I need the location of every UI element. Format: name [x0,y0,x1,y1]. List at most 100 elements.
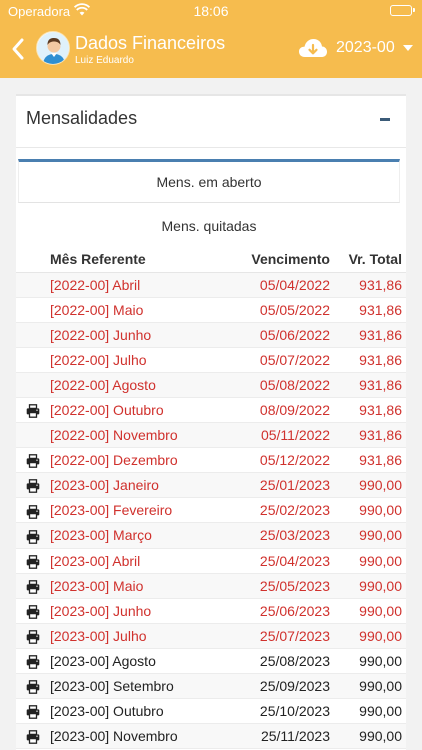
print-cell [16,548,48,574]
status-bar: Operadora 18:06 [0,0,422,22]
printer-icon[interactable] [26,680,40,695]
printer-icon[interactable] [26,605,40,619]
table-row: [2022-00] Maio 05/05/2022 931,86 [16,297,406,323]
mes-referente-cell: [2022-00] Dezembro [48,447,218,474]
cloud-download-icon[interactable] [298,37,328,59]
print-cell [16,497,48,524]
year-selector[interactable]: 2023-00 [336,39,395,57]
vencimento-cell: 25/04/2023 [218,548,334,574]
printer-icon[interactable] [26,529,40,544]
mes-referente-cell: [2023-00] Maio [48,573,218,599]
table-row: [2022-00] Agosto 05/08/2022 931,86 [16,372,406,398]
print-cell [16,397,48,424]
fees-table: Mês Referente Vencimento Vr. Total [2022… [16,247,406,750]
print-cell [16,272,48,298]
table-row: [2023-00] Outubro 25/10/2023 990,00 [16,698,406,725]
caret-down-icon[interactable] [403,45,413,51]
vencimento-cell: 25/07/2023 [218,623,334,649]
printer-icon[interactable] [26,454,40,469]
valor-total-cell: 931,86 [334,297,406,323]
table-row: [2023-00] Junho 25/06/2023 990,00 [16,598,406,624]
vencimento-cell: 05/12/2022 [218,447,334,474]
table-row: [2022-00] Outubro 08/09/2022 931,86 [16,397,406,424]
mes-referente-cell: [2022-00] Agosto [48,372,218,398]
mes-referente-cell: [2022-00] Maio [48,297,218,323]
battery-icon [390,5,415,16]
print-cell [16,472,48,499]
valor-total-cell: 931,86 [334,397,406,424]
vencimento-cell: 25/06/2023 [218,598,334,624]
table-row: [2023-00] Agosto 25/08/2023 990,00 [16,648,406,675]
clock: 18:06 [193,3,229,19]
table-row: [2022-00] Julho 05/07/2022 931,86 [16,347,406,373]
mensalidades-card: Mensalidades Mens. em aberto Mens. quita… [16,94,406,750]
card-title: Mensalidades [26,108,138,128]
tab-paid-fees[interactable]: Mens. quitadas [18,208,400,244]
mes-referente-cell: [2022-00] Junho [48,322,218,348]
valor-total-cell: 931,86 [334,322,406,348]
mes-referente-cell: [2022-00] Novembro [48,422,218,449]
print-cell [16,723,48,750]
printer-icon[interactable] [26,554,40,569]
mes-referente-cell: [2023-00] Março [48,522,218,549]
table-row: [2022-00] Junho 05/06/2022 931,86 [16,322,406,348]
mes-referente-cell: [2023-00] Julho [48,623,218,649]
valor-total-cell: 990,00 [334,548,406,574]
valor-total-cell: 990,00 [334,573,406,599]
vencimento-cell: 05/07/2022 [218,347,334,373]
table-row: [2023-00] Abril 25/04/2023 990,00 [16,548,406,574]
valor-total-cell: 990,00 [334,472,406,499]
mes-referente-cell: [2023-00] Agosto [48,648,218,675]
valor-total-cell: 990,00 [334,497,406,524]
mes-referente-cell: [2023-00] Abril [48,548,218,574]
valor-total-cell: 931,86 [334,422,406,449]
print-cell [16,322,48,348]
print-cell [16,598,48,624]
chevron-left-icon[interactable] [6,35,32,63]
mes-referente-cell: [2023-00] Setembro [48,673,218,700]
vencimento-cell: 25/02/2023 [218,497,334,524]
page-title: Dados Financeiros [75,33,226,53]
printer-icon[interactable] [26,655,40,669]
print-cell [16,648,48,675]
valor-total-cell: 990,00 [334,673,406,700]
valor-total-cell: 990,00 [334,522,406,549]
mes-referente-cell: [2023-00] Fevereiro [48,497,218,524]
tab-open-fees[interactable]: Mens. em aberto [18,159,400,203]
vencimento-cell: 05/11/2022 [218,422,334,449]
table-row: [2023-00] Setembro 25/09/2023 990,00 [16,673,406,700]
minus-icon[interactable] [380,118,390,121]
printer-icon[interactable] [26,705,40,720]
table-row: [2023-00] Janeiro 25/01/2023 990,00 [16,472,406,499]
vencimento-cell: 25/03/2023 [218,522,334,549]
student-name: Luiz Eduardo [75,55,134,66]
vencimento-cell: 05/08/2022 [218,372,334,398]
print-cell [16,673,48,700]
table-header-row: Mês Referente Vencimento Vr. Total [16,247,406,273]
mes-referente-cell: [2023-00] Junho [48,598,218,624]
valor-total-cell: 990,00 [334,698,406,725]
printer-icon[interactable] [26,479,40,494]
print-cell [16,623,48,649]
column-header-valor: Vr. Total [334,247,406,273]
printer-icon[interactable] [26,404,40,419]
mes-referente-cell: [2022-00] Julho [48,347,218,373]
mes-referente-cell: [2022-00] Outubro [48,397,218,424]
card-header: Mensalidades [16,96,406,148]
table-row: [2022-00] Dezembro 05/12/2022 931,86 [16,447,406,474]
table-row: [2023-00] Março 25/03/2023 990,00 [16,522,406,549]
table-row: [2023-00] Novembro 25/11/2023 990,00 [16,723,406,750]
printer-icon[interactable] [26,579,40,594]
valor-total-cell: 931,86 [334,447,406,474]
print-cell [16,698,48,725]
print-cell [16,522,48,549]
valor-total-cell: 931,86 [334,372,406,398]
print-cell [16,372,48,398]
printer-icon[interactable] [26,504,40,519]
valor-total-cell: 990,00 [334,723,406,750]
printer-icon[interactable] [26,630,40,644]
print-column-header [16,247,48,273]
vencimento-cell: 08/09/2022 [218,397,334,424]
printer-icon[interactable] [26,730,40,745]
valor-total-cell: 990,00 [334,623,406,649]
